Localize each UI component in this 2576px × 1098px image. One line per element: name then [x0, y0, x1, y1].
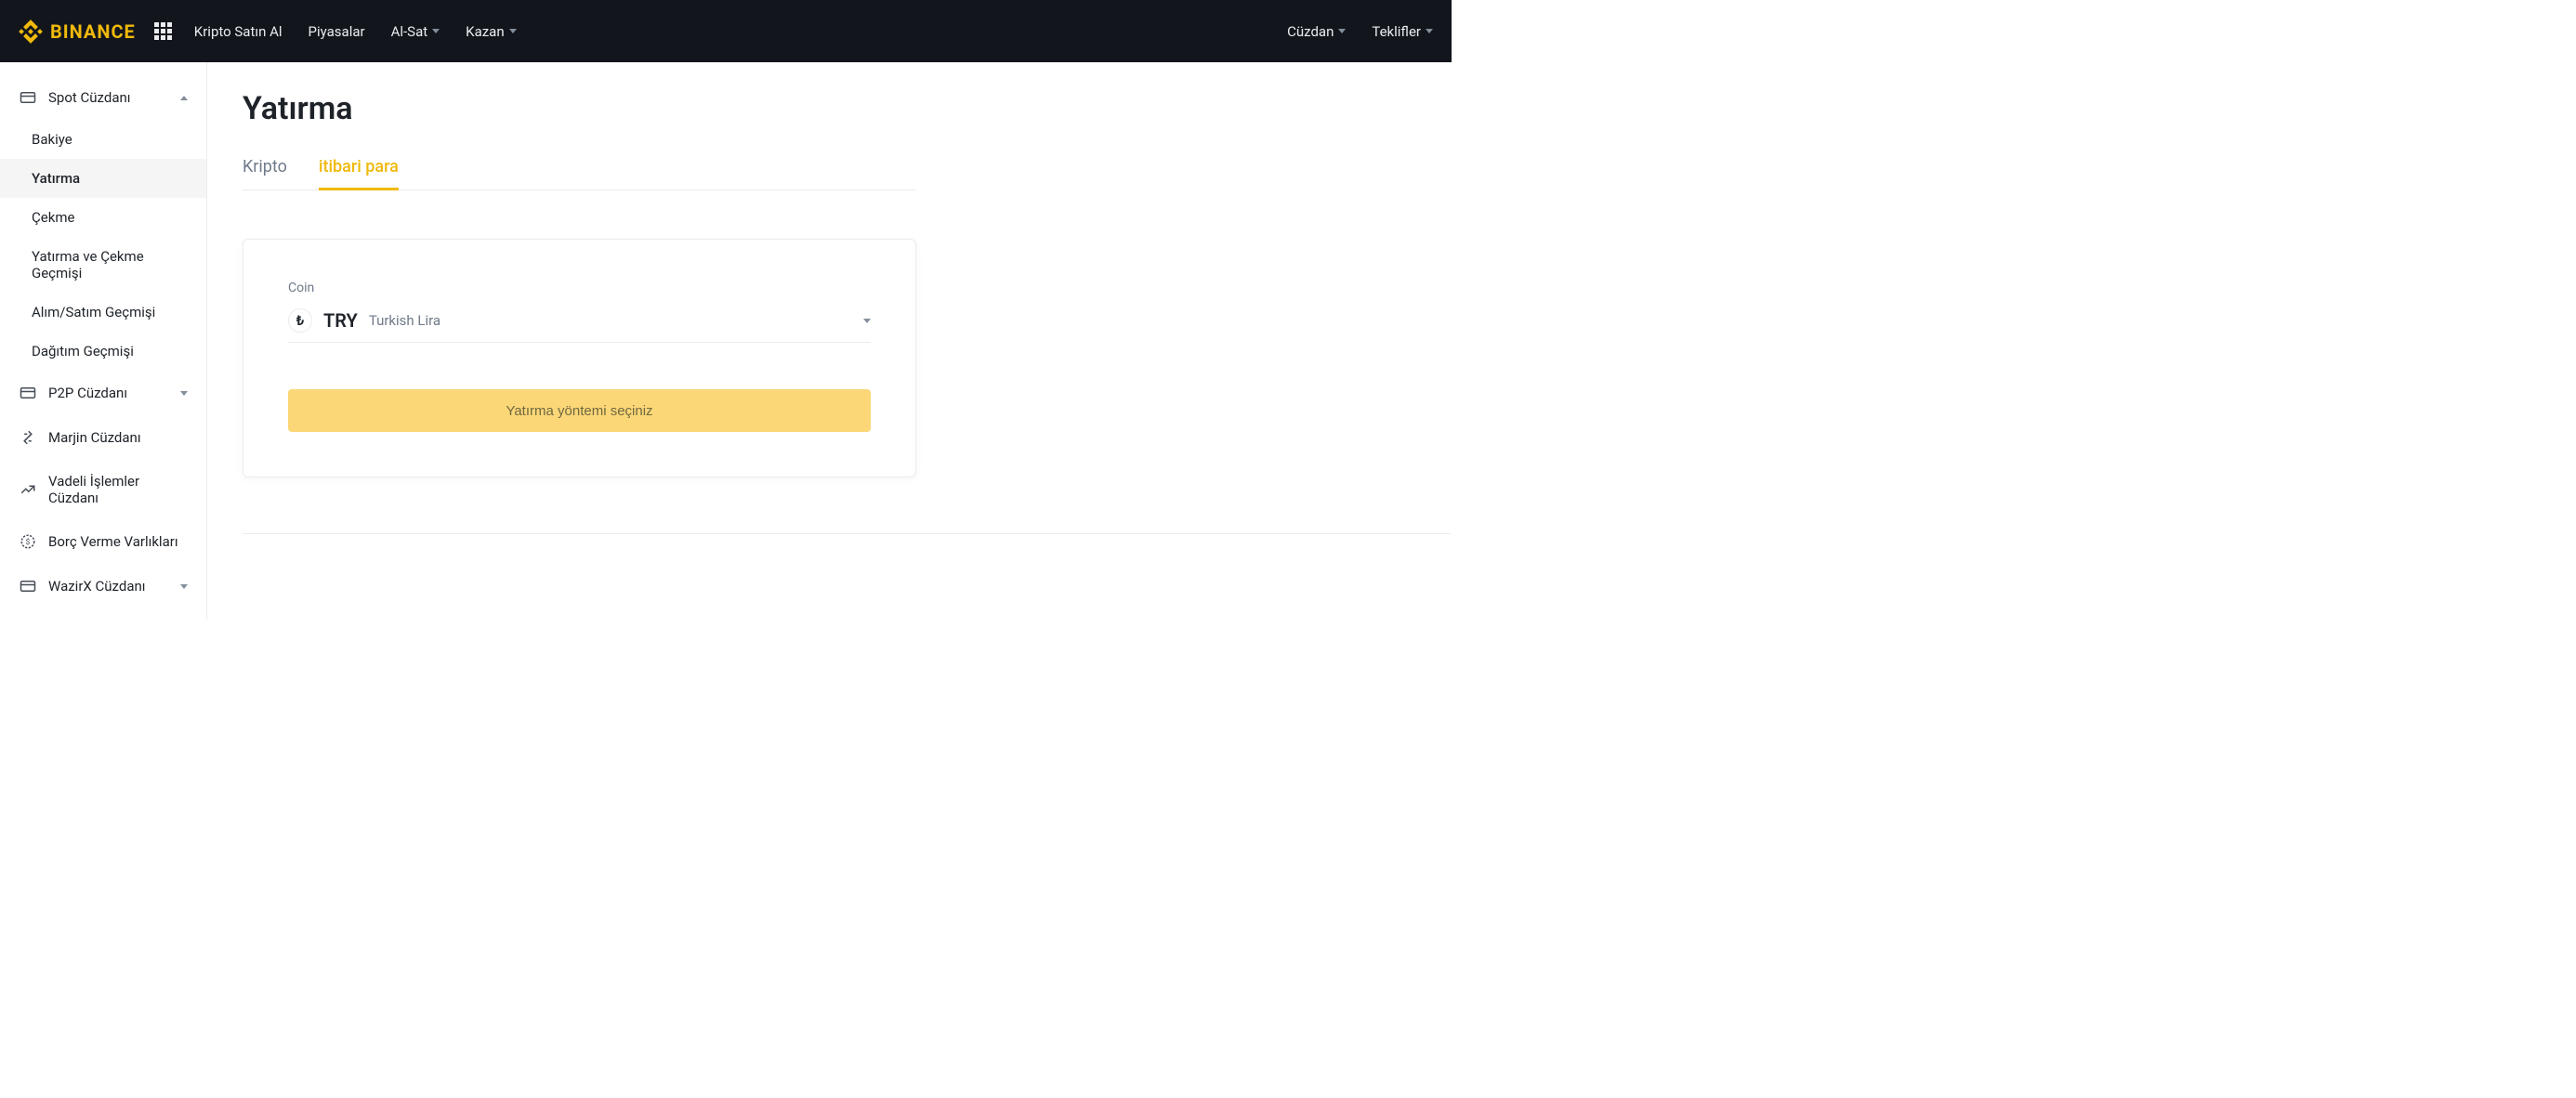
nav-trade[interactable]: Al-Sat	[391, 23, 440, 40]
sidebar-item-lending[interactable]: $ Borç Verme Varlıkları	[0, 519, 206, 564]
sidebar-item-p2p[interactable]: P2P Cüzdanı	[0, 371, 206, 415]
chevron-down-icon	[509, 29, 517, 33]
sidebar-dw-history-label: Yatırma ve Çekme Geçmişi	[32, 248, 188, 281]
deposit-card: Coin ₺ TRY Turkish Lira Yatırma yöntemi …	[243, 239, 916, 477]
apps-grid-icon[interactable]	[154, 22, 172, 40]
nav-markets[interactable]: Piyasalar	[309, 23, 365, 40]
tab-fiat[interactable]: itibari para	[319, 157, 399, 190]
sidebar-item-wazirx[interactable]: WazirX Cüzdanı	[0, 564, 206, 608]
binance-logo-icon	[19, 20, 43, 44]
chevron-down-icon	[432, 29, 440, 33]
sidebar-trade-history-label: Alım/Satım Geçmişi	[32, 304, 155, 320]
chevron-down-icon	[180, 584, 188, 589]
logo[interactable]: BINANCE	[19, 20, 136, 44]
sidebar-item-margin[interactable]: Marjin Cüzdanı	[0, 415, 206, 460]
tab-crypto[interactable]: Kripto	[243, 157, 287, 190]
margin-icon	[19, 428, 37, 447]
nav-wallet[interactable]: Cüzdan	[1287, 23, 1346, 40]
sidebar-balance-label: Bakiye	[32, 131, 72, 148]
chevron-down-icon	[180, 391, 188, 396]
nav-offers[interactable]: Teklifler	[1372, 23, 1433, 40]
section-divider	[243, 533, 1451, 534]
page-title: Yatırma	[243, 90, 1452, 127]
svg-text:$: $	[26, 537, 31, 547]
sidebar-item-withdraw[interactable]: Çekme	[0, 198, 206, 237]
chevron-down-icon	[863, 319, 871, 323]
wallet-icon	[19, 384, 37, 402]
coin-code: TRY	[323, 309, 358, 332]
sidebar-lending-label: Borç Verme Varlıkları	[48, 533, 178, 550]
chevron-down-icon	[1338, 29, 1346, 33]
sidebar-item-deposit[interactable]: Yatırma	[0, 159, 206, 198]
coin-currency-icon: ₺	[288, 308, 312, 333]
sidebar-dist-history-label: Dağıtım Geçmişi	[32, 343, 134, 359]
nav-earn[interactable]: Kazan	[466, 23, 516, 40]
nav-earn-label: Kazan	[466, 23, 504, 40]
sidebar-withdraw-label: Çekme	[32, 209, 74, 226]
tab-fiat-label: itibari para	[319, 157, 399, 176]
deposit-tabs: Kripto itibari para	[243, 157, 916, 190]
sidebar-spot-label: Spot Cüzdanı	[48, 89, 130, 106]
sidebar-deposit-label: Yatırma	[32, 170, 80, 187]
sidebar-item-futures[interactable]: Vadeli İşlemler Cüzdanı	[0, 460, 206, 519]
tab-crypto-label: Kripto	[243, 157, 287, 176]
wallet-icon	[19, 577, 37, 595]
sidebar-item-dw-history[interactable]: Yatırma ve Çekme Geçmişi	[0, 237, 206, 293]
sidebar-item-balance[interactable]: Bakiye	[0, 120, 206, 159]
sidebar-item-distribution-history[interactable]: Dağıtım Geçmişi	[0, 332, 206, 371]
main-content: Yatırma Kripto itibari para Coin ₺ TRY T…	[207, 62, 1452, 620]
logo-text: BINANCE	[50, 20, 136, 43]
sidebar-wazirx-label: WazirX Cüzdanı	[48, 578, 146, 595]
select-deposit-method-button[interactable]: Yatırma yöntemi seçiniz	[288, 389, 871, 432]
sidebar-item-spot[interactable]: Spot Cüzdanı	[0, 75, 206, 120]
nav-offers-label: Teklifler	[1372, 23, 1421, 40]
sidebar: Spot Cüzdanı Bakiye Yatırma Çekme Yatırm…	[0, 62, 207, 620]
futures-icon	[19, 480, 37, 499]
top-header: BINANCE Kripto Satın Al Piyasalar Al-Sat…	[0, 0, 1452, 62]
coin-name: Turkish Lira	[369, 312, 440, 329]
nav-trade-label: Al-Sat	[391, 23, 428, 40]
lending-icon: $	[19, 532, 37, 551]
coin-select[interactable]: ₺ TRY Turkish Lira	[288, 303, 871, 343]
nav-left: Kripto Satın Al Piyasalar Al-Sat Kazan	[194, 23, 517, 40]
sidebar-margin-label: Marjin Cüzdanı	[48, 429, 141, 446]
sidebar-futures-label: Vadeli İşlemler Cüzdanı	[48, 473, 188, 506]
coin-label: Coin	[288, 281, 871, 295]
sidebar-p2p-label: P2P Cüzdanı	[48, 385, 127, 401]
nav-right: Cüzdan Teklifler	[1287, 23, 1433, 40]
chevron-up-icon	[180, 96, 188, 100]
nav-buy-crypto[interactable]: Kripto Satın Al	[194, 23, 283, 40]
nav-markets-label: Piyasalar	[309, 23, 365, 40]
sidebar-item-trade-history[interactable]: Alım/Satım Geçmişi	[0, 293, 206, 332]
wallet-icon	[19, 88, 37, 107]
nav-wallet-label: Cüzdan	[1287, 23, 1334, 40]
chevron-down-icon	[1426, 29, 1433, 33]
nav-buy-label: Kripto Satın Al	[194, 23, 283, 40]
